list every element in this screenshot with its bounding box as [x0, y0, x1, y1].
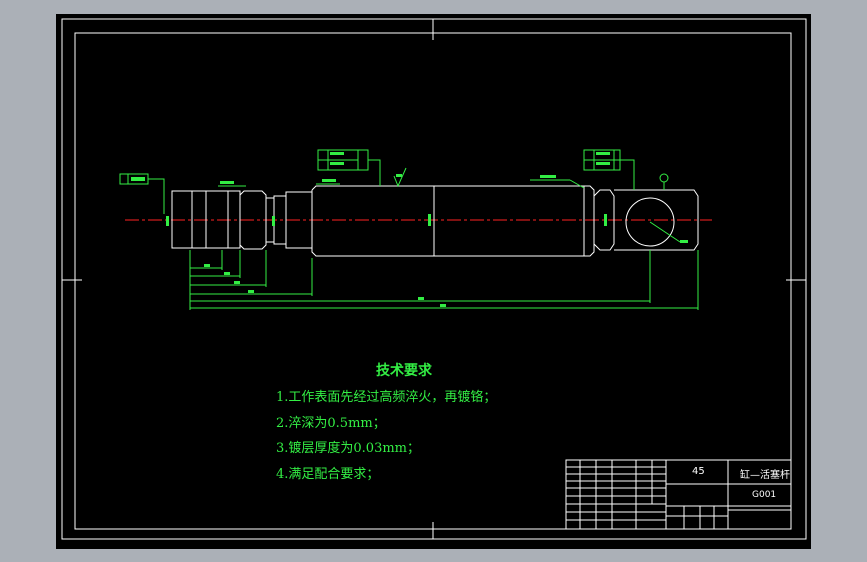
centering-marks	[62, 19, 806, 539]
piston-rod-outline	[171, 185, 699, 257]
dimension-labels	[131, 152, 688, 307]
cad-drawing	[61, 18, 807, 540]
dimension-lines	[119, 149, 699, 310]
inner-frame	[74, 32, 792, 530]
outer-frame	[61, 18, 807, 540]
title-block	[565, 459, 792, 530]
